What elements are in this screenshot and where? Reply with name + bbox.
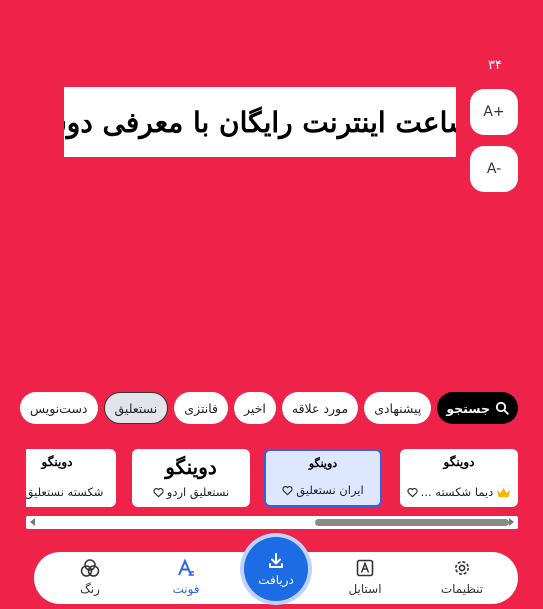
color-palette-icon bbox=[80, 559, 100, 577]
decrease-size-button[interactable]: A- bbox=[470, 146, 518, 192]
font-meta: شکسته نستعلیق bbox=[26, 485, 103, 499]
chip-fantasy[interactable]: فانتزی bbox=[174, 392, 228, 424]
font-size-value: ۳۴ bbox=[488, 58, 502, 73]
search-chip[interactable]: جستجو bbox=[437, 392, 518, 424]
nav-style[interactable]: استایل bbox=[325, 558, 405, 600]
download-label: دریافت bbox=[258, 573, 294, 587]
gear-icon bbox=[455, 561, 469, 575]
increase-size-button[interactable]: A+ bbox=[470, 89, 518, 135]
font-card[interactable]: دوینگو دیما شکسته ... bbox=[400, 449, 518, 507]
font-card[interactable]: دوینگو شکسته نستعلیق bbox=[26, 449, 116, 507]
font-card[interactable]: دوینگو نستعلیق اردو bbox=[132, 449, 250, 507]
nav-color-label: رنگ bbox=[80, 582, 100, 596]
nav-settings-label: تنظیمات bbox=[440, 582, 484, 596]
font-meta: نستعلیق اردو bbox=[153, 485, 229, 499]
search-icon bbox=[495, 401, 509, 415]
search-chip-label: جستجو bbox=[446, 400, 490, 416]
nav-font-label: فونت bbox=[172, 582, 200, 596]
heart-icon[interactable] bbox=[407, 487, 418, 498]
download-button[interactable]: دریافت bbox=[244, 537, 308, 601]
font-sample: دوینگو bbox=[443, 455, 475, 469]
font-name: دیما شکسته ... bbox=[420, 485, 494, 499]
font-meta: دیما شکسته ... bbox=[407, 485, 512, 499]
chip-recent[interactable]: اخیر bbox=[234, 392, 276, 424]
font-icon bbox=[178, 558, 194, 576]
font-list-scrollbar[interactable] bbox=[26, 516, 518, 529]
text-style-icon bbox=[356, 559, 374, 577]
chip-handwritten[interactable]: دست‌نویس bbox=[19, 392, 98, 424]
preview-text: یک ساعت اینترنت رایگان با معرفی دوستان bbox=[64, 105, 456, 139]
font-sample: دوینگو bbox=[165, 455, 217, 479]
font-sample: دوینگو bbox=[308, 457, 338, 470]
nav-style-label: استایل bbox=[348, 582, 382, 596]
chip-favorites[interactable]: مورد علاقه bbox=[281, 392, 359, 424]
nav-color[interactable]: رنگ bbox=[50, 558, 130, 600]
scroll-right-arrow[interactable] bbox=[509, 518, 514, 526]
nav-settings[interactable]: تنظیمات bbox=[422, 558, 502, 600]
font-name: نستعلیق اردو bbox=[166, 485, 230, 499]
scroll-left-arrow[interactable] bbox=[30, 518, 35, 526]
crown-icon bbox=[497, 487, 511, 497]
chip-nastaliq[interactable]: نستعلیق bbox=[103, 392, 169, 424]
text-preview: یک ساعت اینترنت رایگان با معرفی دوستان bbox=[64, 87, 456, 157]
chip-suggested[interactable]: پیشنهادی bbox=[364, 392, 432, 424]
font-card-selected[interactable]: دوینگو ایران نستعلیق bbox=[264, 449, 382, 507]
filter-chips: جستجو پیشنهادی مورد علاقه اخیر فانتزی نس… bbox=[19, 392, 518, 424]
font-name: ایران نستعلیق bbox=[296, 483, 364, 497]
font-sample: دوینگو bbox=[41, 455, 73, 469]
font-name: شکسته نستعلیق bbox=[26, 485, 104, 499]
heart-icon[interactable] bbox=[282, 485, 293, 496]
nav-font[interactable]: فونت bbox=[146, 558, 226, 600]
download-icon bbox=[269, 553, 283, 568]
font-meta: ایران نستعلیق bbox=[282, 483, 364, 497]
scroll-thumb[interactable] bbox=[315, 519, 509, 526]
heart-icon[interactable] bbox=[153, 487, 164, 498]
font-list: دوینگو دیما شکسته ... دوینگو ایران نستعل… bbox=[26, 448, 518, 510]
